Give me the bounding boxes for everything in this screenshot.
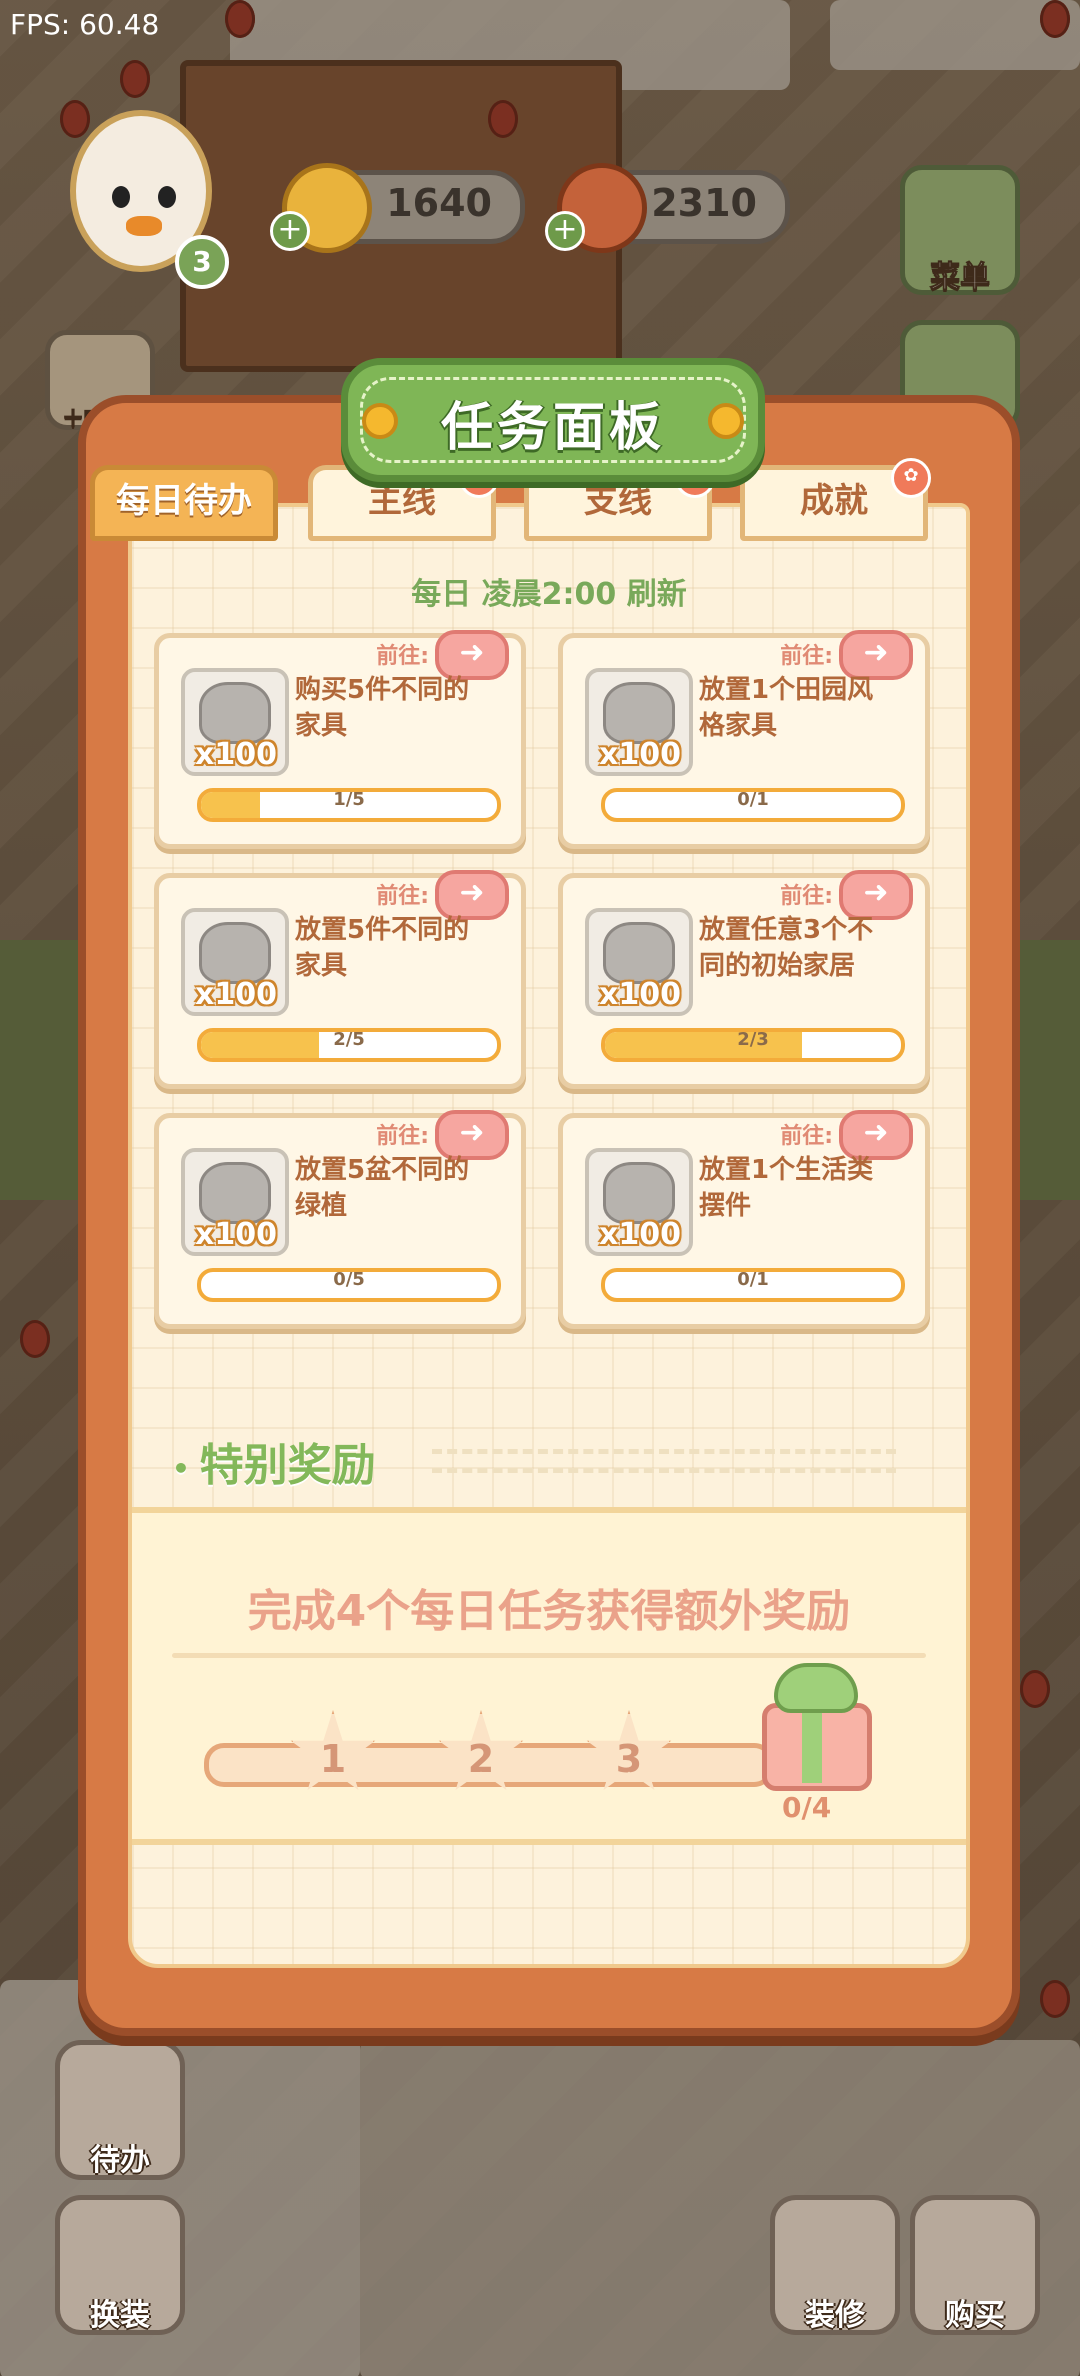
decorate-button[interactable]: 装修 bbox=[770, 2195, 900, 2335]
task-card: 前往: ➜ x100 放置1个生活类摆件 0/1 bbox=[558, 1110, 930, 1329]
progress-text: 2/5 bbox=[333, 1029, 365, 1050]
task-card: 前往: ➜ x100 放置5盆不同的绿植 0/5 bbox=[154, 1110, 526, 1329]
special-title-decoration bbox=[432, 1449, 896, 1473]
special-progress-count: 0/4 bbox=[782, 1791, 832, 1824]
todo-label: 待办 bbox=[90, 2143, 150, 2178]
task-card: 前往: ➜ x100 放置任意3个不同的初始家居 2/3 bbox=[558, 870, 930, 1089]
divider bbox=[172, 1653, 926, 1658]
dress-up-label: 换装 bbox=[90, 2298, 150, 2333]
gift-bow bbox=[774, 1663, 858, 1713]
task-description: 放置1个田园风格家具 bbox=[699, 675, 874, 741]
milestone-number: 3 bbox=[615, 1737, 643, 1781]
progress-text: 0/5 bbox=[333, 1269, 365, 1290]
tab-achievement-label: 成就 bbox=[800, 481, 868, 521]
stone-icon bbox=[603, 922, 675, 984]
meat-counter: + 2310 bbox=[545, 163, 790, 253]
meat-value: 2310 bbox=[651, 181, 757, 225]
tab-side-label: 支线 bbox=[584, 481, 652, 521]
task-progress-bar: 0/1 bbox=[601, 1268, 905, 1302]
task-card: 前往: ➜ x100 放置5件不同的家具 2/5 bbox=[154, 870, 526, 1089]
tab-achievement[interactable]: 成就 ✿ bbox=[740, 458, 931, 541]
progress-text: 0/1 bbox=[737, 789, 769, 810]
goto-label: 前往: bbox=[376, 884, 429, 909]
reward-item: x100 bbox=[585, 908, 693, 1016]
avatar-eye bbox=[158, 186, 176, 208]
progress-text: 1/5 bbox=[333, 789, 365, 810]
task-description: 购买5件不同的家具 bbox=[295, 675, 470, 741]
task-description: 放置任意3个不同的初始家居 bbox=[699, 915, 874, 981]
progress-text: 0/1 bbox=[737, 1269, 769, 1290]
goto-label: 前往: bbox=[376, 644, 429, 669]
task-description: 放置5件不同的家具 bbox=[295, 915, 470, 981]
avatar-eye bbox=[112, 186, 130, 208]
task-progress-bar: 2/5 bbox=[197, 1028, 501, 1062]
task-card: 前往: ➜ x100 购买5件不同的家具 1/5 bbox=[154, 630, 526, 849]
refresh-info: 每日 凌晨2:00 刷新 bbox=[411, 577, 687, 612]
milestone-number: 2 bbox=[467, 1737, 495, 1781]
progress-text: 2/3 bbox=[737, 1029, 769, 1050]
reward-quantity: x100 bbox=[195, 737, 277, 772]
tab-daily-label: 每日待办 bbox=[116, 481, 252, 521]
milestone-number: 1 bbox=[319, 1737, 347, 1781]
dress-up-button[interactable]: 换装 bbox=[55, 2195, 185, 2335]
stone-icon bbox=[199, 1162, 271, 1224]
fps-counter: FPS: 60.48 bbox=[10, 8, 160, 41]
task-progress-bar: 2/3 bbox=[601, 1028, 905, 1062]
task-progress-bar: 1/5 bbox=[197, 788, 501, 822]
goto-label: 前往: bbox=[780, 1124, 833, 1149]
todo-button[interactable]: 待办 bbox=[55, 2040, 185, 2180]
reward-item: x100 bbox=[181, 908, 289, 1016]
reward-item: x100 bbox=[585, 668, 693, 776]
reward-quantity: x100 bbox=[599, 1217, 681, 1252]
stone-icon bbox=[603, 682, 675, 744]
gift-box-icon[interactable] bbox=[752, 1663, 872, 1791]
notification-badge-icon: ✿ bbox=[891, 458, 931, 498]
reward-quantity: x100 bbox=[599, 737, 681, 772]
reward-quantity: x100 bbox=[599, 977, 681, 1012]
task-card: 前往: ➜ x100 放置1个田园风格家具 0/1 bbox=[558, 630, 930, 849]
decorate-label: 装修 bbox=[805, 2298, 865, 2333]
add-meat-button[interactable]: + bbox=[545, 211, 585, 251]
milestone-star-icon: 2 bbox=[438, 1710, 524, 1791]
add-coins-button[interactable]: + bbox=[270, 211, 310, 251]
panel-title: 任务面板 bbox=[440, 398, 665, 458]
special-reward-title: 特别奖励 bbox=[172, 1429, 376, 1493]
task-description: 放置5盆不同的绿植 bbox=[295, 1155, 470, 1221]
coin-counter: + 1640 bbox=[270, 163, 525, 253]
goto-label: 前往: bbox=[780, 884, 833, 909]
panel-title-plate: 任务面板 bbox=[341, 358, 765, 482]
panel-content: 每日 凌晨2:00 刷新 前往: ➜ x100 购买5件不同的家具 1/5 前往… bbox=[128, 503, 970, 1968]
reward-quantity: x100 bbox=[195, 1217, 277, 1252]
milestone-star-icon: 3 bbox=[586, 1710, 672, 1791]
special-reward-text: 完成4个每日任务获得额外奖励 bbox=[247, 1586, 851, 1637]
goto-label: 前往: bbox=[376, 1124, 429, 1149]
tab-daily[interactable]: 每日待办 bbox=[90, 465, 278, 541]
tab-main-label: 主线 bbox=[368, 481, 436, 521]
stone-icon bbox=[603, 1162, 675, 1224]
task-description: 放置1个生活类摆件 bbox=[699, 1155, 874, 1221]
coin-value: 1640 bbox=[386, 181, 492, 225]
task-progress-bar: 0/1 bbox=[601, 788, 905, 822]
task-panel: 任务面板 每日待办 主线 ✿ 支线 ✿ 成就 ✿ 每日 凌晨2:00 刷新 前往… bbox=[78, 358, 1020, 2036]
menu-label: 菜单 bbox=[930, 260, 991, 296]
buy-label: 购买 bbox=[945, 2298, 1005, 2333]
reward-item: x100 bbox=[181, 668, 289, 776]
level-badge: 3 bbox=[175, 235, 229, 289]
buy-button[interactable]: 购买 bbox=[910, 2195, 1040, 2335]
reward-quantity: x100 bbox=[195, 977, 277, 1012]
menu-button[interactable]: 菜单 bbox=[900, 165, 1020, 296]
task-progress-bar: 0/5 bbox=[197, 1268, 501, 1302]
stone-icon bbox=[199, 682, 271, 744]
goto-label: 前往: bbox=[780, 644, 833, 669]
special-reward-box: 完成4个每日任务获得额外奖励 1 2 3 0/4 bbox=[132, 1507, 966, 1845]
stone-icon bbox=[199, 922, 271, 984]
reward-item: x100 bbox=[585, 1148, 693, 1256]
reward-item: x100 bbox=[181, 1148, 289, 1256]
milestone-track: 1 2 3 bbox=[204, 1710, 774, 1791]
avatar-beak bbox=[126, 216, 162, 236]
milestone-star-icon: 1 bbox=[290, 1710, 376, 1791]
